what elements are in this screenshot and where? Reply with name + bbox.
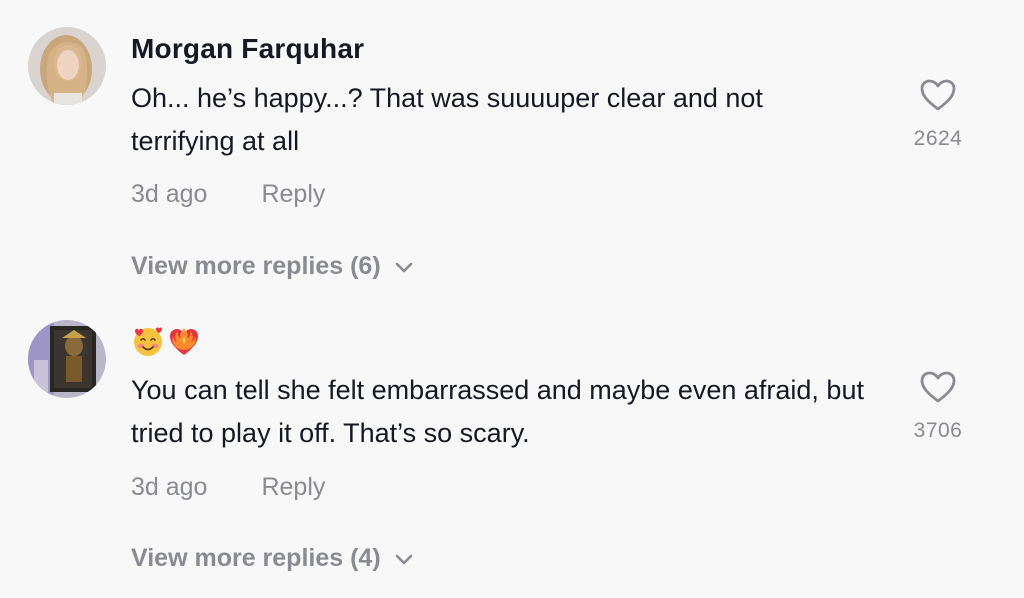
view-more-replies-label: View more replies (6) (131, 252, 381, 280)
comment-username[interactable] (131, 324, 201, 360)
view-more-replies-label: View more replies (4) (131, 544, 381, 572)
comment-timestamp: 3d ago (131, 473, 208, 501)
avatar[interactable] (28, 320, 106, 398)
chevron-down-icon (395, 252, 413, 281)
heart-outline-icon[interactable] (905, 370, 971, 409)
user-photo-avatar-icon (28, 27, 106, 105)
user-photo-avatar-icon (28, 320, 106, 398)
heart-on-fire-icon (167, 324, 201, 360)
comment-meta: 3d ago Reply (131, 473, 325, 502)
comment-username[interactable]: Morgan Farquhar (131, 33, 364, 65)
chevron-down-icon (395, 544, 413, 573)
smiling-face-with-hearts-icon (131, 324, 165, 360)
like-control: 2624 (905, 78, 971, 151)
heart-outline-icon[interactable] (905, 78, 971, 117)
comment-text: Oh... he’s happy...? That was suuuuper c… (131, 83, 763, 156)
comment-meta: 3d ago Reply (131, 180, 325, 209)
reply-button[interactable]: Reply (261, 473, 325, 501)
like-count: 3706 (913, 419, 963, 442)
like-control: 3706 (905, 370, 971, 443)
reply-button[interactable]: Reply (261, 180, 325, 208)
comment-timestamp: 3d ago (131, 180, 208, 208)
view-more-replies-button[interactable]: View more replies (6) (131, 252, 413, 281)
view-more-replies-button[interactable]: View more replies (4) (131, 544, 413, 573)
comment-text: You can tell she felt embarrassed and ma… (131, 375, 864, 448)
like-count: 2624 (913, 127, 963, 150)
avatar[interactable] (28, 27, 106, 105)
